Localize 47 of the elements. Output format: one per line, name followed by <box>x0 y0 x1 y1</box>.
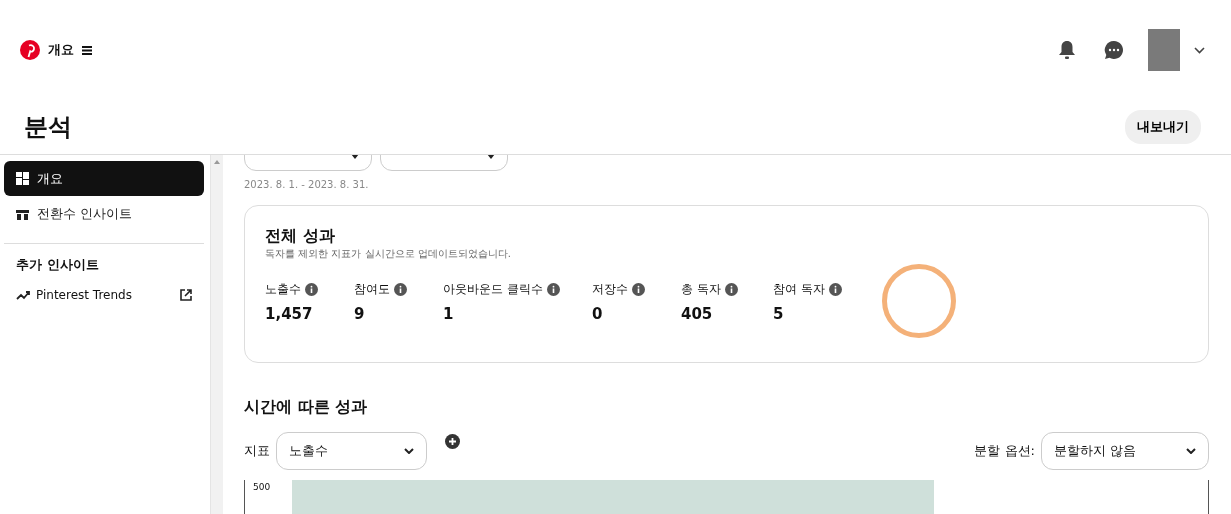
metric-label: 지표 <box>244 442 270 460</box>
sidebar-link[interactable]: Pinterest Trends <box>36 288 174 302</box>
info-icon <box>828 283 842 296</box>
metric-label: 노출수 <box>265 281 301 298</box>
metric-value: 0 <box>592 305 604 323</box>
metric-value: 1 <box>443 305 455 323</box>
bell-icon[interactable] <box>1058 40 1076 60</box>
metric-label: 참여도 <box>354 281 390 298</box>
trend-icon <box>16 290 30 300</box>
caret-icon <box>487 155 495 159</box>
info-icon <box>546 283 560 296</box>
info-icon <box>394 283 407 296</box>
split-dropdown[interactable]: 분할하지 않음 <box>1041 432 1209 470</box>
card-title: 전체 성과 <box>265 226 336 247</box>
section-title: 추가 인사이트 <box>15 256 100 274</box>
page-title: 분석 <box>24 112 72 143</box>
caret-icon <box>351 155 359 159</box>
chat-icon[interactable] <box>1104 40 1124 60</box>
caret-icon <box>404 448 414 454</box>
info-icon <box>305 283 318 296</box>
page-section-title: 개요 <box>48 41 74 59</box>
date-range: 2023. 8. 1. - 2023. 8. 31. <box>244 179 370 190</box>
section-title: 시간에 따른 성과 <box>244 397 369 418</box>
info-icon <box>724 283 738 296</box>
info-icon <box>632 283 645 296</box>
export-button[interactable]: 내보내기 <box>1125 110 1201 144</box>
external-link-icon[interactable] <box>180 289 192 301</box>
menu-icon[interactable] <box>82 45 92 55</box>
chevron-icon[interactable] <box>1194 46 1205 54</box>
split-label: 분할 옵션: <box>974 442 1035 460</box>
metric-label: 아웃바운드 클릭수 <box>443 281 543 298</box>
sidebar-item[interactable]: 전환수 인사이트 <box>4 196 204 231</box>
metric-label: 저장수 <box>592 281 628 298</box>
metric-label: 참여 독자 <box>773 281 825 298</box>
metric-value: 5 <box>773 305 785 323</box>
sidebar-item[interactable]: 개요 <box>4 161 204 196</box>
caret-icon <box>1186 448 1196 454</box>
metric-label: 총 독자 <box>681 281 721 298</box>
metric-value: 1,457 <box>265 305 314 323</box>
metric-value: 405 <box>681 305 714 323</box>
card-subtitle: 독자를 제외한 지표가 실시간으로 업데이트되었습니다. <box>265 247 512 261</box>
add-icon[interactable] <box>445 434 460 449</box>
grid-icon <box>16 172 29 185</box>
metric-dropdown[interactable]: 노출수 <box>276 432 427 470</box>
logo-icon[interactable] <box>20 40 40 60</box>
y-axis-label: 500 <box>253 482 271 494</box>
metric-value: 9 <box>354 305 366 323</box>
